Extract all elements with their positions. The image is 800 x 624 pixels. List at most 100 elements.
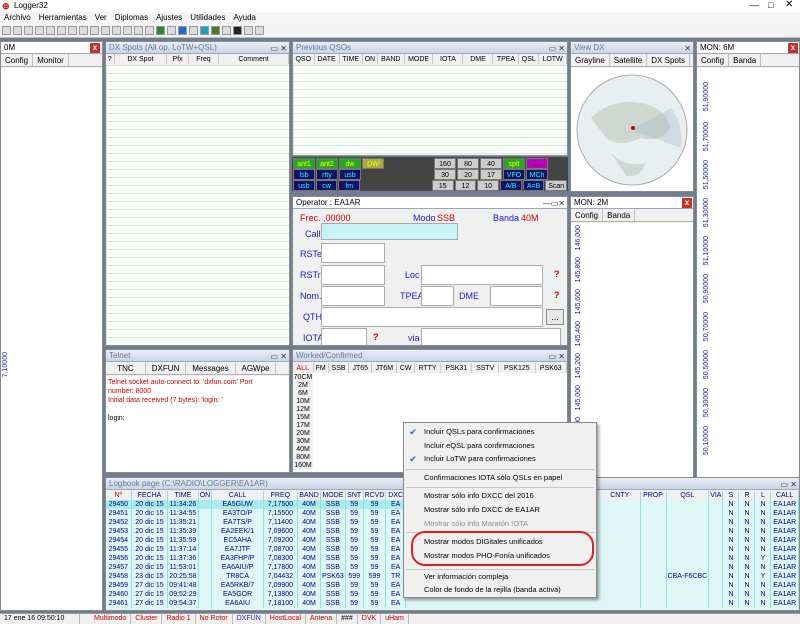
table-row[interactable]: N N N EA1AR [600, 509, 799, 518]
key-ant1[interactable]: ant1 [293, 158, 315, 169]
toolbar-folder-icon[interactable] [134, 26, 143, 35]
table-row[interactable]: N N N EA1AR [600, 518, 799, 527]
menu-herramientas[interactable]: Herramientas [35, 12, 91, 24]
col-qsl[interactable]: QSL [518, 54, 540, 64]
col-qso[interactable]: QSO [293, 54, 315, 64]
toolbar-font-icon[interactable] [35, 26, 44, 35]
dx-spots-close-icon[interactable]: ▭ ✕ [271, 43, 287, 55]
dme-input[interactable] [490, 286, 543, 306]
col-all[interactable]: ALL [293, 363, 314, 373]
menu-item[interactable]: Mostrar sólo info DXCC del 2016 [424, 490, 534, 502]
menu-ver[interactable]: Ver [91, 12, 111, 24]
col-time[interactable]: TIME [339, 54, 363, 64]
status-multimodo[interactable]: Multimodo [90, 614, 132, 624]
table-row[interactable]: N N Y EA1AR [600, 554, 799, 563]
loc-input[interactable] [421, 265, 543, 285]
col-rcvd[interactable]: RCVD [363, 491, 387, 500]
col-fm[interactable]: FM [313, 363, 329, 373]
col-freq[interactable]: Freq [188, 54, 220, 64]
toolbar-radio-icon[interactable] [189, 26, 198, 35]
col-jt65[interactable]: JT65 [348, 363, 373, 373]
table-row[interactable]: N N N EA1AR [600, 599, 799, 608]
key-DW[interactable]: DW [362, 158, 384, 169]
table-row[interactable]: CBA-F6CBC N N Y EA1AR [600, 572, 799, 581]
minimize-icon[interactable]: — [750, 0, 759, 10]
key-15[interactable]: 15 [431, 180, 454, 191]
menu-item[interactable]: Incluir QSLs para confirmaciones [424, 426, 534, 438]
maximize-icon[interactable]: □ [768, 0, 773, 10]
col-on[interactable]: ON [198, 491, 213, 500]
tpea-input[interactable] [421, 286, 454, 306]
table-row[interactable]: 29450 20 dic 15 11:34:26 EA5GUW 7,17500 40M SS… [106, 500, 406, 509]
menu-item[interactable]: Incluir LoTW para confirmaciones [424, 453, 536, 465]
dx-spots-grid[interactable] [106, 65, 289, 345]
toolbar-ball-icon[interactable] [233, 26, 242, 35]
col-snt[interactable]: SNT [345, 491, 364, 500]
toolbar-antenna-icon[interactable] [200, 26, 209, 35]
key-ab[interactable]: A/B [500, 180, 522, 191]
toolbar-globe-icon[interactable] [156, 26, 165, 35]
nom-input[interactable] [321, 286, 385, 306]
key-lsb[interactable]: lsb [293, 169, 315, 180]
menu-item[interactable]: Mostrar sólo info DXCC de EA1AR [424, 504, 540, 516]
toolbar-copy-icon[interactable] [112, 26, 121, 35]
key-mch[interactable]: MCh [526, 169, 548, 180]
key-30[interactable]: 30 [434, 169, 456, 180]
tab-dx-spots[interactable]: DX Spots [647, 54, 691, 66]
iota-help-icon[interactable]: ? [373, 332, 379, 342]
toolbar-open-icon[interactable] [13, 26, 22, 35]
mon-2m-close-icon[interactable]: x [682, 198, 692, 208]
key-12[interactable]: 12 [454, 180, 477, 191]
key-aeqb[interactable]: A=B [522, 180, 545, 191]
col-sstv[interactable]: SSTV [471, 363, 499, 373]
telnet-output[interactable]: Telnet socket auto-connect to: 'dxfun.co… [106, 376, 289, 472]
key-40[interactable]: 40 [480, 158, 502, 169]
col-s[interactable]: S [722, 491, 740, 500]
col-psk31[interactable]: PSK31 [440, 363, 473, 373]
col-prop[interactable]: PROP [640, 491, 667, 500]
globe-map[interactable] [571, 68, 693, 191]
via-input[interactable] [421, 328, 561, 345]
toolbar-square-icon[interactable] [211, 26, 220, 35]
key-fm[interactable]: fm [338, 180, 361, 191]
toolbar-search-icon[interactable] [24, 26, 33, 35]
col-band[interactable]: BAND [377, 54, 405, 64]
col-l[interactable]: L [754, 491, 772, 500]
col-psk63[interactable]: PSK63 [535, 363, 567, 373]
col-psk125[interactable]: PSK125 [498, 363, 536, 373]
status-dvk[interactable]: DVK [358, 614, 382, 624]
rstr-input[interactable] [321, 265, 385, 285]
tab-dxfun[interactable]: DXFUN [146, 362, 186, 374]
operator-close-icon[interactable]: —▭✕ [543, 198, 565, 210]
table-row[interactable]: 29454 20 dic 15 11:35:59 EC5AHA 7,09200 40M SS… [106, 536, 406, 545]
toolbar-edit-icon[interactable] [46, 26, 55, 35]
menu-ayuda[interactable]: Ayuda [229, 12, 260, 24]
tab-banda-6m[interactable]: Banda [729, 54, 762, 66]
table-row[interactable]: 29456 20 dic 15 11:37:36 EA3FHP/P 7,08300 40M… [106, 554, 406, 563]
toolbar-new-icon[interactable] [2, 26, 11, 35]
col-iota[interactable]: IOTA [432, 54, 464, 64]
logbook-close-icon[interactable]: ▭ ✕ [781, 479, 797, 491]
col-q[interactable]: ? [106, 54, 115, 64]
menu-archivo[interactable]: Archivo [0, 12, 35, 24]
status-rotor[interactable]: No Rotor [196, 614, 233, 624]
toolbar-page-icon[interactable] [90, 26, 99, 35]
menu-item[interactable]: Color de fondo de la rejilla (banda acti… [424, 584, 561, 596]
col-via[interactable]: VIA [708, 491, 724, 500]
col-dxspot[interactable]: DX Spot [114, 54, 168, 64]
key-ant2[interactable]: ant2 [316, 158, 338, 169]
table-row[interactable]: 29458 23 dic 15 20:25:58 TR8CA 7,04432 40M PSK… [106, 572, 406, 581]
col-pfx[interactable]: Pfx [166, 54, 189, 64]
table-row[interactable]: N N N EA1AR [600, 527, 799, 536]
key-vfo[interactable]: VFO [503, 169, 525, 180]
loc-help-icon[interactable]: ? [554, 269, 560, 279]
menu-item[interactable]: Mostrar modos DIGitales unificados [424, 536, 543, 548]
key-scan[interactable]: Scan [545, 180, 568, 191]
previous-qsos-close-icon[interactable]: ▭ ✕ [549, 43, 565, 55]
col-call-right[interactable]: CALL [770, 491, 799, 500]
key-usb2[interactable]: usb [339, 169, 361, 180]
tab-messages[interactable]: Messages [186, 362, 236, 374]
key-20[interactable]: 20 [457, 169, 479, 180]
col-qsl[interactable]: QSL [666, 491, 710, 500]
left-monitor-close-icon[interactable]: x [90, 43, 100, 53]
